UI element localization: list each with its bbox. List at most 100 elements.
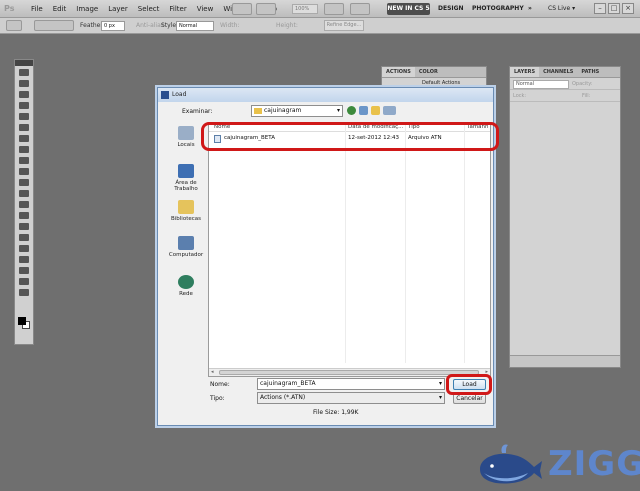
selection-mode-icons[interactable] [34,20,74,31]
lookin-label: Examinar: [182,108,213,115]
path-selection-tool-icon[interactable] [19,245,29,252]
menu-bar: Ps File Edit Image Layer Select Filter V… [0,0,640,18]
arrange-documents-icon[interactable] [324,3,344,15]
place-computer-label: Computador [168,252,204,258]
place-network[interactable]: Rede [166,275,206,297]
3d-rotate-tool-icon[interactable] [19,267,29,274]
menu-layer[interactable]: Layer [103,0,133,18]
clone-stamp-tool-icon[interactable] [19,157,29,164]
network-icon [178,275,194,289]
tab-actions[interactable]: ACTIONS [382,67,415,77]
menu-view[interactable]: View [192,0,219,18]
column-divider [405,123,406,363]
recent-places-icon [178,126,194,140]
column-divider [464,123,465,363]
file-row-highlight [201,122,499,151]
menu-select[interactable]: Select [133,0,165,18]
view-menu-icon[interactable] [383,106,396,115]
maximize-button[interactable]: □ [608,3,620,14]
tools-panel [14,59,34,345]
lookin-select[interactable]: cajuinagram ▾ [251,105,343,117]
tab-color[interactable]: COLOR [415,67,442,77]
gradient-tool-icon[interactable] [19,190,29,197]
new-folder-icon[interactable] [371,106,380,115]
hand-tool-icon[interactable] [19,278,29,285]
workspace-design[interactable]: DESIGN [438,3,464,15]
menu-file[interactable]: File [26,0,48,18]
move-tool-icon[interactable] [19,69,29,76]
zoom-tool-icon[interactable] [19,289,29,296]
menu-filter[interactable]: Filter [164,0,191,18]
bridge-icon[interactable] [232,3,252,15]
desktop-icon [178,164,194,178]
file-type-select[interactable]: Actions (*.ATN) ▾ [257,392,445,404]
lookin-value: cajuinagram [264,107,302,114]
refine-edge-button[interactable]: Refine Edge... [324,20,364,31]
screen-mode-icon[interactable] [350,3,370,15]
file-name-input[interactable]: cajuinagram_BETA ▾ [257,378,445,390]
actions-panel-tabs: ACTIONS COLOR [382,67,486,78]
chevron-down-icon: ▾ [438,394,442,401]
file-name-label: Nome: [210,381,230,388]
photoshop-icon [161,91,169,99]
marquee-tool-icon[interactable] [6,20,22,31]
whale-logo-icon [480,444,542,484]
scrollbar-thumb[interactable] [219,370,479,375]
place-computer[interactable]: Computador [166,236,206,258]
eyedropper-tool-icon[interactable] [19,124,29,131]
lock-label: Lock: [513,93,527,99]
layers-footer-icons[interactable] [510,355,620,367]
marquee-tool-icon[interactable] [19,80,29,87]
tab-paths[interactable]: PATHS [577,67,603,77]
quick-selection-tool-icon[interactable] [19,102,29,109]
crop-tool-icon[interactable] [19,113,29,120]
place-libraries[interactable]: Bibliotecas [166,200,206,222]
dialog-titlebar[interactable]: Load [158,88,493,102]
feather-input[interactable]: 0 px [101,21,125,31]
place-recent-label: Locais [177,142,195,148]
workspace-new-in-cs5[interactable]: NEW IN CS 5 [387,3,430,15]
brush-tool-icon[interactable] [19,146,29,153]
column-divider [345,123,346,363]
file-type-label: Tipo: [210,395,225,402]
layers-blend-row: Normal Opacity: [510,78,620,90]
close-button[interactable]: × [622,3,634,14]
zoom-level[interactable]: 100% [292,4,318,14]
back-icon[interactable] [347,106,356,115]
width-label: Width: [220,22,240,29]
mini-bridge-icon[interactable] [256,3,276,15]
watermark-text: ZIGG [548,444,640,484]
eraser-tool-icon[interactable] [19,179,29,186]
tab-channels[interactable]: CHANNELS [539,67,577,77]
chevron-down-icon: ▾ [336,107,340,114]
place-recent[interactable]: Locais [166,126,206,148]
pen-tool-icon[interactable] [19,223,29,230]
lasso-tool-icon[interactable] [19,91,29,98]
dodge-tool-icon[interactable] [19,212,29,219]
menu-edit[interactable]: Edit [48,0,72,18]
shape-tool-icon[interactable] [19,256,29,263]
chevron-down-icon[interactable]: ▾ [439,379,442,389]
antialias-label[interactable]: Anti-alias [136,22,164,29]
file-list[interactable]: Nome Data de modificaç... Tipo Tamanh ca… [208,122,491,377]
minimize-button[interactable]: – [594,3,606,14]
scroll-left-icon[interactable]: ◂ [211,369,214,376]
tab-layers[interactable]: LAYERS [510,67,540,77]
blur-tool-icon[interactable] [19,201,29,208]
blend-mode-select[interactable]: Normal [513,80,569,89]
style-select[interactable]: Normal [176,21,214,31]
options-bar: Feather: 0 px Anti-alias Style: Normal W… [0,18,640,34]
healing-brush-tool-icon[interactable] [19,135,29,142]
file-type-value: Actions (*.ATN) [260,394,306,401]
place-network-label: Rede [179,291,193,297]
up-folder-icon[interactable] [359,106,368,115]
cs-live[interactable]: CS Live ▾ [548,3,575,15]
tools-panel-header[interactable] [15,60,33,66]
menu-image[interactable]: Image [71,0,103,18]
place-desktop[interactable]: Área de Trabalho [166,164,206,192]
type-tool-icon[interactable] [19,234,29,241]
foreground-color-swatch[interactable] [18,317,26,325]
workspace-photography[interactable]: PHOTOGRAPHY [472,3,524,15]
workspace-more[interactable]: » [528,3,532,15]
history-brush-tool-icon[interactable] [19,168,29,175]
